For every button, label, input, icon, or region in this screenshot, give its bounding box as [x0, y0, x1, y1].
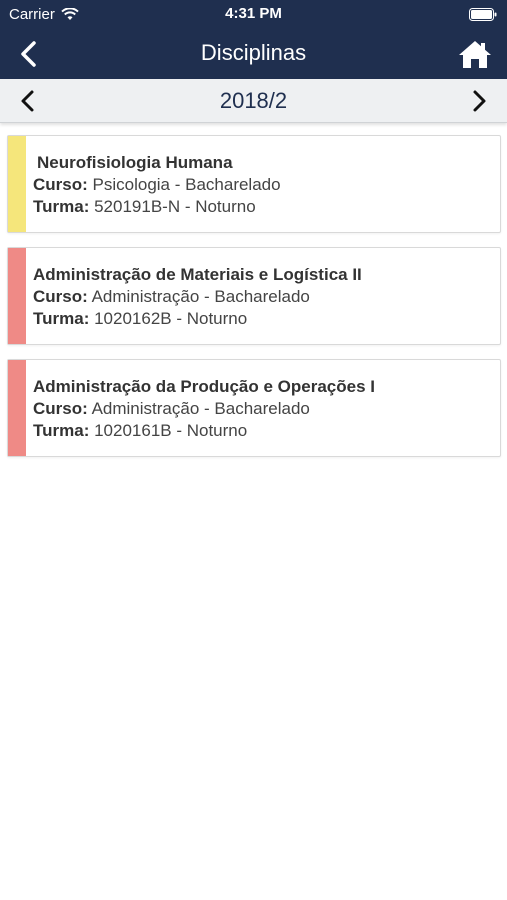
- turma-label: Turma:: [33, 197, 90, 216]
- curso-label: Curso:: [33, 287, 88, 306]
- status-bar: Carrier 4:31 PM: [0, 0, 507, 28]
- nav-bar: Disciplinas: [0, 28, 507, 79]
- curso-label: Curso:: [33, 175, 88, 194]
- curso-value: Administração - Bacharelado: [91, 399, 310, 418]
- curso-value: Administração - Bacharelado: [91, 287, 310, 306]
- page-title: Disciplinas: [200, 40, 307, 65]
- course-name: Neurofisiologia Humana: [37, 153, 233, 172]
- home-icon[interactable]: [457, 38, 493, 70]
- app-header: Carrier 4:31 PM Disciplinas: [0, 0, 507, 79]
- course-card[interactable]: Administração da Produção e Operações I …: [7, 359, 501, 457]
- status-time: 4:31 PM: [225, 5, 282, 22]
- turma-value: 1020162B - Noturno: [94, 309, 248, 328]
- course-card[interactable]: Administração de Materiais e Logística I…: [7, 247, 501, 345]
- battery-icon: [469, 8, 497, 21]
- course-card[interactable]: Neurofisiologia Humana Curso: Psicologia…: [7, 135, 501, 233]
- turma-label: Turma:: [33, 421, 90, 440]
- course-list: Neurofisiologia Humana Curso: Psicologia…: [7, 135, 501, 471]
- curso-label: Curso:: [33, 399, 88, 418]
- semester-selector: 2018/2: [0, 79, 507, 123]
- course-color-stripe: [8, 136, 26, 232]
- turma-label: Turma:: [33, 309, 90, 328]
- next-semester-icon[interactable]: [467, 88, 491, 114]
- course-name: Administração da Produção e Operações I: [33, 377, 376, 396]
- semester-label: 2018/2: [219, 88, 288, 113]
- curso-value: Psicologia - Bacharelado: [92, 175, 281, 194]
- course-name: Administração de Materiais e Logística I…: [33, 265, 362, 284]
- course-color-stripe: [8, 248, 26, 344]
- turma-value: 520191B-N - Noturno: [94, 197, 256, 216]
- course-color-stripe: [8, 360, 26, 456]
- turma-value: 1020161B - Noturno: [94, 421, 248, 440]
